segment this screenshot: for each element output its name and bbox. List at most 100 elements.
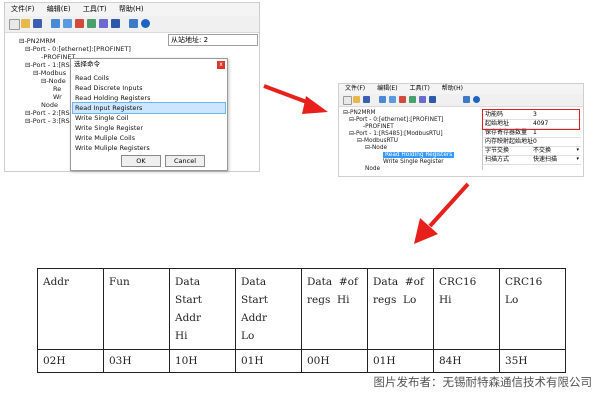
header-crc-lo: CRC16 Lo xyxy=(499,268,566,350)
menu-bar-right: 文件(F) 编辑(E) 工具(T) 帮助(H) xyxy=(339,84,583,94)
download-icon-right[interactable] xyxy=(429,96,436,103)
tree-root[interactable]: ⊟-PN2MRM xyxy=(19,37,131,45)
arrow-down-left-icon xyxy=(414,182,470,244)
tree-root-right[interactable]: ⊟-PN2MRM xyxy=(343,110,454,117)
header-line: Addr xyxy=(241,312,268,324)
tree-profinet-right[interactable]: -PROFINET xyxy=(343,124,454,131)
option-read-coils[interactable]: Read Coils xyxy=(73,73,225,83)
header-regs-lo: Data #of regs Lo xyxy=(367,268,434,350)
new-icon-right[interactable] xyxy=(343,96,352,105)
property-label: 扫描方式 xyxy=(485,156,510,163)
tree-write-single-right[interactable]: Write Single Register xyxy=(343,159,454,166)
value-start-hi: 10H xyxy=(169,349,236,373)
tree-node-right[interactable]: ⊟-Node xyxy=(343,145,454,152)
header-line: Start xyxy=(175,294,202,306)
tree-port0-right[interactable]: ⊟-Port - 0:[ethernet]:[PROFINET] xyxy=(343,117,454,124)
option-read-holding-registers[interactable]: Read Holding Registers xyxy=(73,93,225,103)
open-icon-right[interactable] xyxy=(353,96,360,103)
value-regs-hi: 00H xyxy=(301,349,368,373)
header-line: Lo xyxy=(241,330,255,342)
option-write-single-coil[interactable]: Write Single Coil xyxy=(73,113,225,123)
table-header-row: Addr Fun Data Start Addr Hi Data Start Addr Lo… xyxy=(37,268,566,350)
header-line: Start xyxy=(241,294,268,306)
watermark: 图片发布者：无锡耐特森通信技术有限公司 xyxy=(373,375,593,389)
value-crc-hi: 84H xyxy=(433,349,500,373)
save-icon-right[interactable] xyxy=(363,96,370,103)
close-icon[interactable]: x xyxy=(217,61,225,69)
menu-edit-right[interactable]: 编辑(E) xyxy=(377,85,397,92)
menu-tools[interactable]: 工具(T) xyxy=(83,5,107,13)
menu-help-right[interactable]: 帮助(H) xyxy=(442,85,463,92)
header-fun: Fun xyxy=(103,268,170,350)
header-start-hi: Data Start Addr Hi xyxy=(169,268,236,350)
dialog-title: 选择命令 xyxy=(71,59,227,70)
device-tree-right: ⊟-PN2MRM ⊟-Port - 0:[ethernet]:[PROFINET… xyxy=(343,110,455,173)
modbus-frame-table: Addr Fun Data Start Addr Hi Data Start Addr Lo… xyxy=(37,268,566,373)
copy-icon-right[interactable] xyxy=(409,96,416,103)
save-icon[interactable] xyxy=(33,19,42,28)
menu-bar: 文件(F) 编辑(E) 工具(T) 帮助(H) xyxy=(5,3,259,16)
option-write-single-register[interactable]: Write Single Register xyxy=(73,123,225,133)
chevron-down-icon[interactable]: ▾ xyxy=(576,146,579,155)
menu-tools-right[interactable]: 工具(T) xyxy=(409,85,429,92)
header-line: regs Hi xyxy=(307,294,350,306)
add-icon-right[interactable] xyxy=(389,96,396,103)
header-line: Addr xyxy=(43,276,70,288)
option-read-input-registers[interactable]: Read Input Registers xyxy=(72,102,226,114)
monitor-icon-right[interactable] xyxy=(463,96,470,103)
option-read-discrete-inputs[interactable]: Read Discrete Inputs xyxy=(73,83,225,93)
ok-button[interactable]: OK xyxy=(121,155,161,167)
value-start-lo: 01H xyxy=(235,349,302,373)
right-config-window: 文件(F) 编辑(E) 工具(T) 帮助(H) ⊟-PN2MRM ⊟-Port … xyxy=(338,83,584,177)
chevron-down-icon[interactable]: ▾ xyxy=(576,155,579,164)
toolbar-right xyxy=(339,94,583,107)
header-start-lo: Data Start Addr Lo xyxy=(235,268,302,350)
property-scan-mode[interactable]: 扫描方式 快速扫描 ▾ xyxy=(483,155,581,165)
copy-icon[interactable] xyxy=(87,19,96,28)
header-line: CRC16 xyxy=(439,276,477,288)
delete-icon-right[interactable] xyxy=(399,96,406,103)
add-icon[interactable] xyxy=(63,19,72,28)
menu-edit[interactable]: 编辑(E) xyxy=(47,5,71,13)
tree-selected-label[interactable]: Read Holding Registers xyxy=(383,152,455,158)
open-icon[interactable] xyxy=(21,19,30,28)
tree-modbusrtu-right[interactable]: ⊟-ModbusRTU xyxy=(343,138,454,145)
header-line: Data xyxy=(175,276,201,288)
download-icon[interactable] xyxy=(111,19,120,28)
tree-icon[interactable] xyxy=(51,19,60,28)
property-value[interactable]: 不交换 xyxy=(533,146,551,155)
property-value[interactable]: 快速扫描 xyxy=(533,155,557,164)
property-label: 内存映射起始地址 xyxy=(485,138,534,145)
arrow-right-icon xyxy=(263,84,328,114)
value-regs-lo: 01H xyxy=(367,349,434,373)
value-crc-lo: 35H xyxy=(499,349,566,373)
tree-read-holding-right[interactable]: Read Holding Registers xyxy=(343,152,455,159)
header-line: regs Lo xyxy=(373,294,417,306)
header-line: Lo xyxy=(505,294,519,306)
header-regs-hi: Data #of regs Hi xyxy=(301,268,368,350)
header-line: Data #of xyxy=(307,276,358,288)
tree-port0[interactable]: ⊟-Port - 0:[ethernet]:[PROFINET] xyxy=(19,45,131,53)
menu-file[interactable]: 文件(F) xyxy=(11,5,35,13)
select-command-dialog: 选择命令 x Read Coils Read Discrete Inputs R… xyxy=(70,58,228,171)
header-line: Hi xyxy=(175,330,188,342)
tree-port1-right[interactable]: ⊟-Port - 1:[RS485]:[ModbusRTU] xyxy=(343,131,454,138)
red-highlight-box xyxy=(482,109,580,130)
monitor-icon[interactable] xyxy=(129,19,138,28)
tree-node2-right[interactable]: Node xyxy=(343,166,454,173)
property-value[interactable]: 0 xyxy=(533,137,537,146)
option-write-multiple-registers[interactable]: Write Muliple Registers xyxy=(73,143,225,153)
tree-icon-right[interactable] xyxy=(379,96,386,103)
connect-icon-right[interactable] xyxy=(419,96,426,103)
cancel-button[interactable]: Cancel xyxy=(165,155,205,167)
option-write-multiple-coils[interactable]: Write Muliple Coils xyxy=(73,133,225,143)
delete-icon[interactable] xyxy=(75,19,84,28)
new-icon[interactable] xyxy=(9,19,20,30)
connect-icon[interactable] xyxy=(99,19,108,28)
info-icon[interactable] xyxy=(141,19,150,28)
menu-file-right[interactable]: 文件(F) xyxy=(345,85,365,92)
info-icon-right[interactable] xyxy=(473,96,480,103)
menu-help[interactable]: 帮助(H) xyxy=(119,5,144,13)
slave-address-field[interactable]: 从站地址: 2 xyxy=(168,34,258,46)
property-grid: 功能码 3 起始地址 4097 保存寄存器数量 1 内存映射起始地址 0 字节交换 不交换… xyxy=(482,109,581,170)
